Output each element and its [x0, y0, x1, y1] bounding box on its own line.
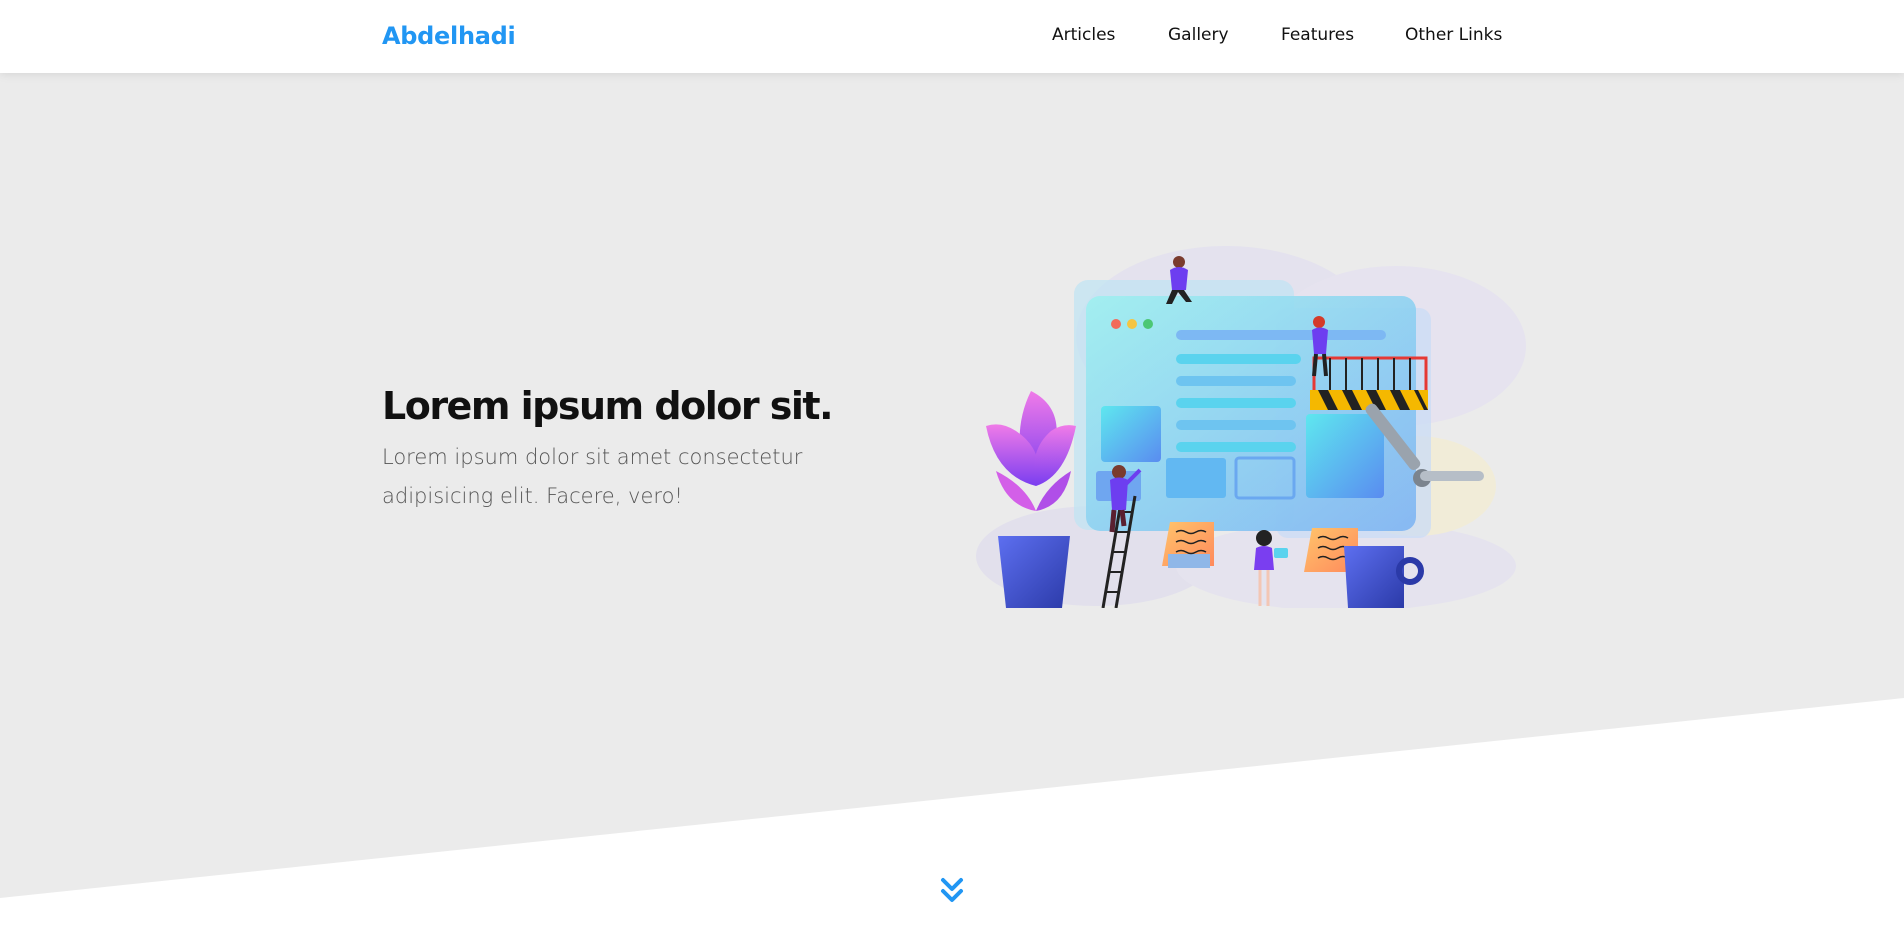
hero-description: Lorem ipsum dolor sit amet consectetur a…: [382, 445, 803, 508]
nav-item-other-links: Other Links: [1405, 25, 1502, 45]
nav-link-other-links[interactable]: Other Links: [1405, 25, 1502, 45]
site-header: Abdelhadi Articles Gallery Features Othe…: [0, 0, 1904, 73]
nav-item-gallery: Gallery: [1168, 25, 1281, 45]
scroll-down-button[interactable]: [940, 876, 964, 906]
logo[interactable]: Abdelhadi: [382, 22, 516, 50]
double-chevron-down-icon: [941, 878, 963, 902]
main-nav: Articles Gallery Features Other Links: [1052, 25, 1502, 45]
hero-illustration: [976, 246, 1526, 608]
nav-link-features[interactable]: Features: [1281, 25, 1405, 45]
nav-link-gallery[interactable]: Gallery: [1168, 25, 1281, 45]
hero-text: Lorem ipsum dolor sit. Lorem ipsum dolor…: [382, 380, 902, 516]
hero-title: Lorem ipsum dolor sit.: [382, 384, 834, 428]
nav-link-articles[interactable]: Articles: [1052, 25, 1168, 45]
nav-item-features: Features: [1281, 25, 1405, 45]
nav-item-articles: Articles: [1052, 25, 1168, 45]
